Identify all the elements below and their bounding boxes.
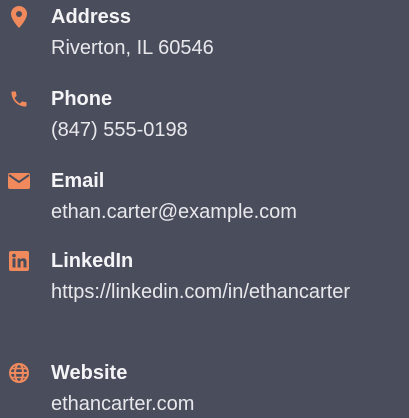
contact-label: Website [51, 362, 128, 384]
linkedin-link[interactable]: https://linkedin.com/in/ethancarter [51, 278, 401, 307]
address-value: Riverton, IL 60546 [51, 37, 214, 59]
globe-icon [8, 362, 30, 384]
website-link[interactable]: ethancarter.com [51, 390, 401, 418]
map-pin-icon [8, 6, 30, 28]
contact-label: Email [51, 170, 105, 192]
phone-value[interactable]: (847) 555-0198 [51, 116, 401, 145]
contact-label: LinkedIn [51, 250, 134, 272]
contact-label: Phone [51, 88, 113, 110]
envelope-icon [8, 170, 30, 192]
phone-icon [8, 88, 30, 110]
email-link[interactable]: ethan.carter@example.com [51, 198, 401, 227]
linkedin-icon [8, 250, 30, 272]
contact-list: Address Riverton, IL 60546 Phone (847) 5… [0, 0, 409, 418]
contact-label: Address [51, 6, 132, 28]
